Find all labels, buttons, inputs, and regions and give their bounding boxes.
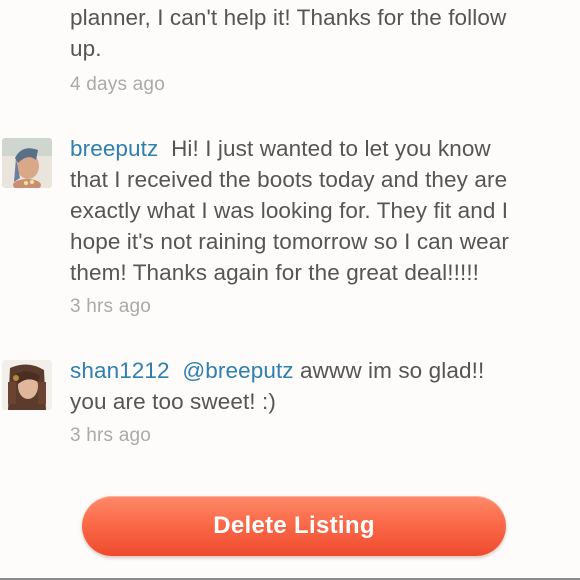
comment-line: you are too sweet! :)	[70, 389, 276, 414]
comment-text: planner, I can't help it! Thanks for the…	[70, 2, 570, 64]
delete-listing-button[interactable]: Delete Listing	[82, 496, 506, 556]
comment-line-text: Hi! I just wanted to let you know	[171, 136, 491, 161]
comment-timestamp: 4 days ago	[70, 74, 165, 95]
comment-line: exactly what I was looking for. They fit…	[70, 198, 509, 223]
comment-timestamp: 3 hrs ago	[70, 425, 152, 446]
avatar-photo-icon	[2, 360, 52, 410]
comment-line: that I received the boots today and they…	[70, 167, 508, 192]
comment-username[interactable]: breeputz	[70, 136, 158, 161]
comment-line: planner, I can't help it! Thanks for the…	[70, 5, 507, 30]
comment-line: up.	[70, 36, 102, 61]
comment-line: breeputz Hi! I just wanted to let you kn…	[70, 133, 570, 164]
comment-mention[interactable]: @breeputz	[182, 358, 293, 383]
delete-listing-container: Delete Listing	[82, 496, 506, 556]
comment-line: hope it's not raining tomorrow so I can …	[70, 229, 509, 254]
comment-username[interactable]: shan1212	[70, 358, 170, 383]
comment-line-text: awww im so glad!!	[300, 358, 485, 383]
comment-thread: planner, I can't help it! Thanks for the…	[0, 0, 580, 580]
comment-timestamp: 3 hrs ago	[70, 296, 152, 317]
avatar-photo-icon	[2, 138, 52, 188]
comment-text: shan1212 @breeputz awww im so glad!! you…	[70, 355, 570, 417]
comment-text: breeputz Hi! I just wanted to let you kn…	[70, 133, 570, 288]
comment-line: shan1212 @breeputz awww im so glad!!	[70, 355, 570, 386]
avatar[interactable]	[2, 138, 52, 188]
avatar[interactable]	[2, 360, 52, 410]
comment-line: them! Thanks again for the great deal!!!…	[70, 260, 480, 285]
